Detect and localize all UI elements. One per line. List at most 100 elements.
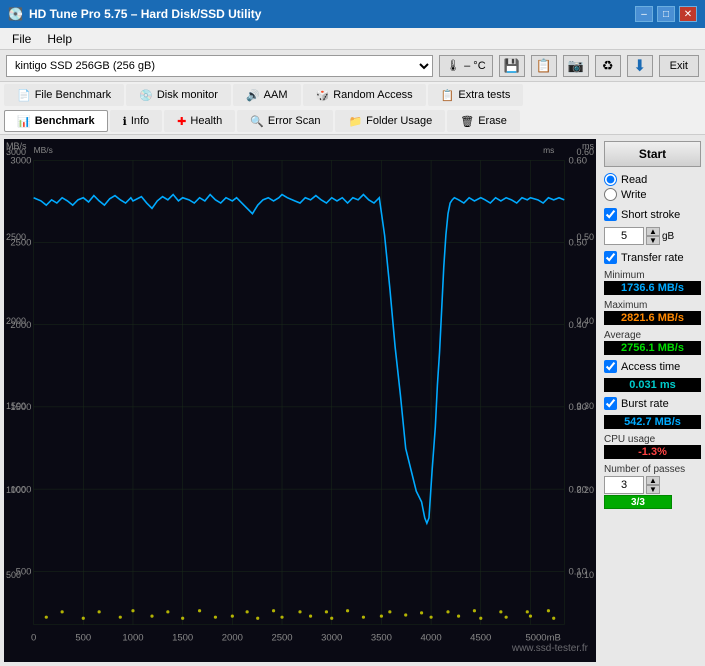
- tab-aam[interactable]: 🔊 AAM: [233, 84, 301, 106]
- start-button[interactable]: Start: [604, 141, 701, 167]
- tab-extra-tests[interactable]: 📋 Extra tests: [428, 84, 524, 106]
- file-benchmark-icon: 📄: [17, 89, 31, 102]
- short-stroke-label: Short stroke: [621, 209, 680, 221]
- short-stroke-increment[interactable]: ▲: [646, 227, 660, 236]
- short-stroke-unit: gB: [662, 231, 674, 242]
- transfer-rate-checkbox-row[interactable]: Transfer rate: [604, 251, 701, 264]
- right-panel: Start Read Write Short stroke ▲ ▼ gB: [600, 135, 705, 666]
- tab-row-2: 📊 Benchmark ℹ Info ✚ Health 🔍 Error Scan…: [0, 108, 705, 134]
- extra-tests-icon: 📋: [441, 89, 455, 102]
- maximize-button[interactable]: □: [657, 6, 675, 22]
- svg-text:3000: 3000: [321, 633, 342, 644]
- read-radio-input[interactable]: [604, 173, 617, 186]
- random-access-icon: 🎲: [316, 89, 330, 102]
- passes-value[interactable]: [604, 476, 644, 494]
- number-of-passes-label: Number of passes: [604, 464, 685, 475]
- erase-icon: 🗑: [460, 115, 474, 128]
- tab-aam-label: AAM: [264, 89, 288, 101]
- drive-selector[interactable]: kintigo SSD 256GB (256 gB): [6, 55, 433, 77]
- disk-monitor-icon: 💿: [139, 89, 153, 102]
- download-button[interactable]: ⬇: [627, 55, 653, 77]
- minimum-label: Minimum: [604, 270, 645, 281]
- passes-stat: Number of passes ▲ ▼ 3/3: [604, 463, 701, 509]
- svg-text:ms: ms: [543, 145, 554, 155]
- tab-health[interactable]: ✚ Health: [164, 110, 235, 132]
- access-time-label: Access time: [621, 361, 680, 373]
- average-value: 2756.1 MB/s: [604, 341, 701, 355]
- tab-error-scan-label: Error Scan: [268, 115, 321, 127]
- svg-text:3500: 3500: [371, 633, 392, 644]
- recycle-button[interactable]: ♻: [595, 55, 621, 77]
- disk-info-button[interactable]: 💾: [499, 55, 525, 77]
- menu-file[interactable]: File: [4, 30, 39, 48]
- cpu-usage-value: -1.3%: [604, 445, 701, 459]
- title-bar: 💽 HD Tune Pro 5.75 – Hard Disk/SSD Utili…: [0, 0, 705, 28]
- svg-text:500: 500: [75, 633, 91, 644]
- access-time-value: 0.031 ms: [604, 378, 701, 392]
- maximum-stat: Maximum 2821.6 MB/s: [604, 299, 701, 325]
- write-label: Write: [621, 189, 646, 201]
- health-icon: ✚: [177, 115, 186, 128]
- svg-text:4000: 4000: [421, 633, 442, 644]
- tab-random-access-label: Random Access: [333, 89, 412, 101]
- burst-rate-checkbox-row[interactable]: Burst rate: [604, 397, 701, 410]
- short-stroke-checkbox-row[interactable]: Short stroke: [604, 208, 701, 221]
- transfer-rate-checkbox[interactable]: [604, 251, 617, 264]
- svg-text:1000: 1000: [122, 633, 143, 644]
- tab-disk-monitor[interactable]: 💿 Disk monitor: [126, 84, 231, 106]
- close-button[interactable]: ✕: [679, 6, 697, 22]
- tab-benchmark[interactable]: 📊 Benchmark: [4, 110, 108, 132]
- passes-increment[interactable]: ▲: [646, 476, 660, 485]
- read-radio[interactable]: Read: [604, 173, 701, 186]
- folder-usage-icon: 📁: [348, 115, 362, 128]
- menu-help[interactable]: Help: [39, 30, 80, 48]
- tab-disk-monitor-label: Disk monitor: [157, 89, 218, 101]
- access-time-checkbox[interactable]: [604, 360, 617, 373]
- tab-row-1: 📄 File Benchmark 💿 Disk monitor 🔊 AAM 🎲 …: [0, 82, 705, 108]
- tab-erase-label: Erase: [478, 115, 507, 127]
- tab-file-benchmark[interactable]: 📄 File Benchmark: [4, 84, 124, 106]
- maximum-label: Maximum: [604, 300, 647, 311]
- burst-rate-checkbox[interactable]: [604, 397, 617, 410]
- tab-error-scan[interactable]: 🔍 Error Scan: [237, 110, 333, 132]
- camera-button[interactable]: 📷: [563, 55, 589, 77]
- svg-text:5000mB: 5000mB: [525, 633, 560, 644]
- svg-text:MB/s: MB/s: [34, 145, 53, 155]
- write-radio-input[interactable]: [604, 188, 617, 201]
- minimum-value: 1736.6 MB/s: [604, 281, 701, 295]
- benchmark-icon: 📊: [17, 115, 31, 128]
- minimize-button[interactable]: –: [635, 6, 653, 22]
- maximum-value: 2821.6 MB/s: [604, 311, 701, 325]
- svg-text:0: 0: [31, 633, 36, 644]
- tab-file-benchmark-label: File Benchmark: [35, 89, 111, 101]
- tab-info-label: Info: [131, 115, 149, 127]
- short-stroke-decrement[interactable]: ▼: [646, 236, 660, 245]
- write-radio[interactable]: Write: [604, 188, 701, 201]
- short-stroke-spinbox-row: ▲ ▼ gB: [604, 227, 701, 245]
- svg-text:2500: 2500: [271, 633, 292, 644]
- aam-icon: 🔊: [246, 89, 260, 102]
- tab-info[interactable]: ℹ Info: [110, 110, 163, 132]
- tab-folder-usage-label: Folder Usage: [366, 115, 432, 127]
- short-stroke-checkbox[interactable]: [604, 208, 617, 221]
- drive-row: kintigo SSD 256GB (256 gB) 🌡 – °C 💾 📋 📷 …: [0, 50, 705, 82]
- minimum-stat: Minimum 1736.6 MB/s: [604, 269, 701, 295]
- cpu-usage-label: CPU usage: [604, 434, 655, 445]
- exit-button[interactable]: Exit: [659, 55, 699, 77]
- temperature-value: – °C: [464, 60, 486, 72]
- disk-copy-button[interactable]: 📋: [531, 55, 557, 77]
- chart-area: MB/s ms 3000 2500 2000 1500 1000 500 0.6…: [4, 139, 596, 662]
- average-label: Average: [604, 330, 641, 341]
- short-stroke-value[interactable]: [604, 227, 644, 245]
- transfer-rate-label: Transfer rate: [621, 252, 684, 264]
- access-time-checkbox-row[interactable]: Access time: [604, 360, 701, 373]
- passes-decrement[interactable]: ▼: [646, 485, 660, 494]
- thermometer-icon: 🌡: [446, 59, 460, 72]
- tab-erase[interactable]: 🗑 Erase: [447, 110, 520, 132]
- read-write-group: Read Write: [604, 171, 701, 203]
- svg-text:1500: 1500: [172, 633, 193, 644]
- tab-random-access[interactable]: 🎲 Random Access: [303, 84, 426, 106]
- read-label: Read: [621, 174, 647, 186]
- tab-folder-usage[interactable]: 📁 Folder Usage: [335, 110, 445, 132]
- title-bar-controls: – □ ✕: [635, 6, 697, 22]
